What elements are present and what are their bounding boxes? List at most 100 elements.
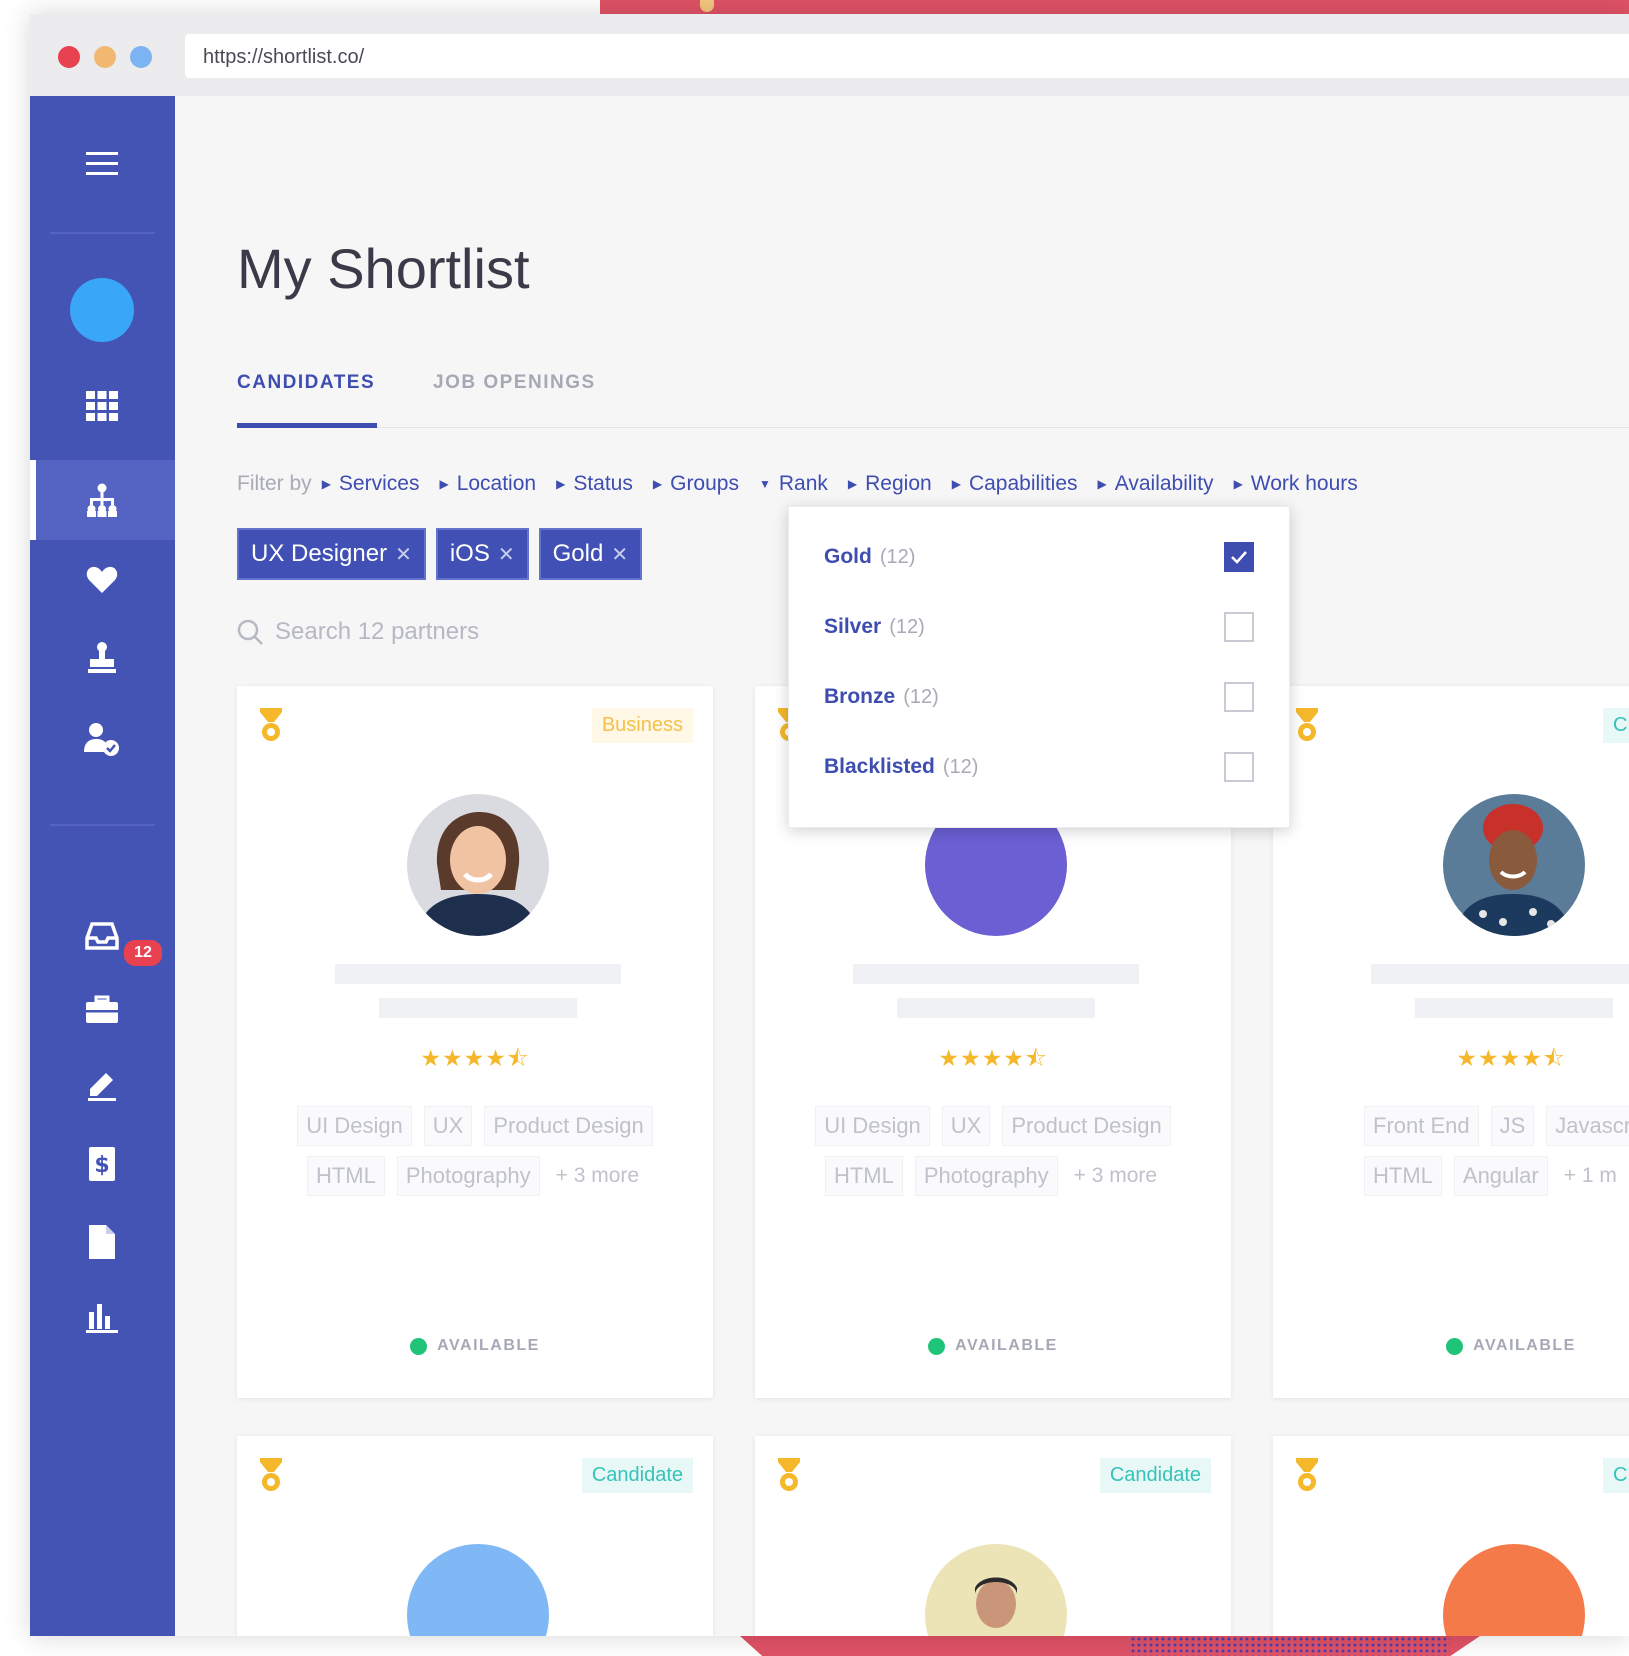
maximize-window-button[interactable]: [130, 46, 152, 68]
avatar[interactable]: [70, 278, 134, 342]
sidebar-divider: [50, 824, 155, 826]
skill-tag: Product Design: [1002, 1106, 1171, 1146]
available-dot: [410, 1337, 428, 1355]
title-placeholder: [379, 998, 577, 1018]
candidate-photo: [1443, 794, 1585, 936]
close-window-button[interactable]: [58, 46, 80, 68]
rating-stars: ★★★★⯪: [1456, 1045, 1566, 1071]
grid-icon[interactable]: [70, 374, 134, 438]
dollar-document-icon[interactable]: $: [70, 1132, 134, 1196]
skill-tags: Front End JS Javascri HTML Angular + 1 m: [1358, 1106, 1629, 1206]
candidate-card[interactable]: C: [1273, 1436, 1629, 1636]
candidate-avatar-placeholder: [1443, 1544, 1585, 1636]
rank-option-blacklisted[interactable]: Blacklisted (12): [824, 747, 1254, 787]
main-content: My Shortlist CANDIDATES JOB OPENINGS Fil…: [175, 96, 1629, 1636]
sidebar: 12 $: [30, 96, 175, 1636]
filter-chip: iOS ✕: [435, 528, 529, 580]
tab-divider: [237, 427, 1629, 428]
rating-stars: ★★★★⯪: [420, 1045, 530, 1071]
user-check-icon[interactable]: [70, 708, 134, 772]
menu-icon[interactable]: [70, 132, 134, 196]
decorative-top-band: [600, 0, 1629, 14]
filter-bar: Filter by ▶ Services ▶ Location ▶ Status ▶ G…: [237, 472, 1378, 496]
caret-right-icon: ▶: [556, 477, 566, 491]
file-icon[interactable]: [70, 1210, 134, 1274]
medal-icon: [260, 1458, 282, 1491]
browser-window: https://shortlist.co/ 12 $ My Shortlist …: [30, 14, 1629, 1636]
availability-status: AVAILABLE: [237, 1337, 713, 1355]
skill-tag: HTML: [824, 1156, 903, 1196]
skill-tag: UX: [423, 1106, 473, 1146]
svg-text:$: $: [94, 1153, 109, 1178]
candidate-card[interactable]: Candidate: [755, 1436, 1231, 1636]
name-placeholder: [1371, 964, 1629, 984]
card-type-badge: C: [1603, 708, 1629, 743]
filter-groups[interactable]: ▶ Groups: [653, 472, 739, 496]
skill-tag: UX: [941, 1106, 991, 1146]
briefcase-icon[interactable]: [70, 978, 134, 1042]
title-placeholder: [897, 998, 1095, 1018]
pencil-icon[interactable]: [70, 1054, 134, 1118]
caret-right-icon: ▶: [1097, 477, 1107, 491]
skill-tag: Product Design: [484, 1106, 653, 1146]
filter-status[interactable]: ▶ Status: [556, 472, 633, 496]
filter-chip: Gold ✕: [538, 528, 643, 580]
active-tab-indicator: [237, 423, 377, 428]
availability-status: AVAILABLE: [755, 1337, 1231, 1355]
candidate-card[interactable]: Business ★★★★⯪ UI Design UX Product Desi…: [237, 686, 713, 1398]
filter-capabilities[interactable]: ▶ Capabilities: [952, 472, 1078, 496]
rank-option-silver[interactable]: Silver (12): [824, 607, 1254, 647]
filter-chip: UX Designer ✕: [237, 528, 426, 580]
stamp-icon[interactable]: [70, 626, 134, 690]
rank-filter-dropdown: Gold (12) Silver (12) Bronze (12) Blacklist…: [788, 506, 1290, 828]
page-title: My Shortlist: [237, 237, 530, 300]
checkbox-checked[interactable]: [1224, 542, 1254, 572]
name-placeholder: [853, 964, 1139, 984]
heart-icon[interactable]: [70, 548, 134, 612]
checkbox[interactable]: [1224, 612, 1254, 642]
filter-rank[interactable]: ▼ Rank: [759, 472, 828, 496]
candidate-card[interactable]: C ★★★★⯪ Front End JS Javascri HTML Angul…: [1273, 686, 1629, 1398]
filter-services[interactable]: ▶ Services: [322, 472, 420, 496]
caret-right-icon: ▶: [1233, 477, 1243, 491]
filter-work-hours[interactable]: ▶ Work hours: [1234, 472, 1358, 496]
skill-tag: Angular: [1453, 1156, 1548, 1196]
checkbox[interactable]: [1224, 682, 1254, 712]
bar-chart-icon[interactable]: [70, 1286, 134, 1350]
tab-candidates[interactable]: CANDIDATES: [237, 372, 375, 394]
medal-icon: [1296, 708, 1318, 741]
remove-chip-icon[interactable]: ✕: [498, 542, 515, 567]
checkmark-icon: [1231, 551, 1247, 564]
card-type-badge: Business: [591, 708, 693, 743]
more-tags-link[interactable]: + 3 more: [550, 1156, 645, 1196]
address-bar[interactable]: https://shortlist.co/: [185, 34, 1629, 78]
title-placeholder: [1415, 998, 1613, 1018]
skill-tag: JS: [1490, 1106, 1535, 1146]
more-tags-link[interactable]: + 1 m: [1558, 1156, 1623, 1196]
caret-right-icon: ▶: [951, 477, 961, 491]
checkbox[interactable]: [1224, 752, 1254, 782]
search-icon: [237, 619, 263, 645]
minimize-window-button[interactable]: [94, 46, 116, 68]
filter-location[interactable]: ▶ Location: [439, 472, 536, 496]
remove-chip-icon[interactable]: ✕: [395, 542, 412, 567]
remove-chip-icon[interactable]: ✕: [611, 542, 628, 567]
rank-option-bronze[interactable]: Bronze (12): [824, 677, 1254, 717]
org-chart-icon[interactable]: [70, 468, 134, 532]
candidate-card[interactable]: Candidate: [237, 1436, 713, 1636]
active-filter-chips: UX Designer ✕ iOS ✕ Gold ✕: [237, 528, 652, 580]
filter-region[interactable]: ▶ Region: [848, 472, 932, 496]
caret-right-icon: ▶: [439, 477, 449, 491]
search-input[interactable]: Search 12 partners: [237, 618, 479, 646]
filter-label: Filter by: [237, 472, 312, 495]
caret-right-icon: ▶: [652, 477, 663, 491]
sidebar-divider: [50, 232, 155, 234]
medal-icon: [1296, 1458, 1318, 1491]
candidate-avatar-placeholder: [407, 1544, 549, 1636]
availability-status: AVAILABLE: [1273, 1337, 1629, 1355]
card-type-badge: Candidate: [1099, 1458, 1211, 1493]
rank-option-gold[interactable]: Gold (12): [824, 537, 1254, 577]
more-tags-link[interactable]: + 3 more: [1068, 1156, 1163, 1196]
tab-job-openings[interactable]: JOB OPENINGS: [433, 372, 596, 394]
filter-availability[interactable]: ▶ Availability: [1098, 472, 1214, 496]
